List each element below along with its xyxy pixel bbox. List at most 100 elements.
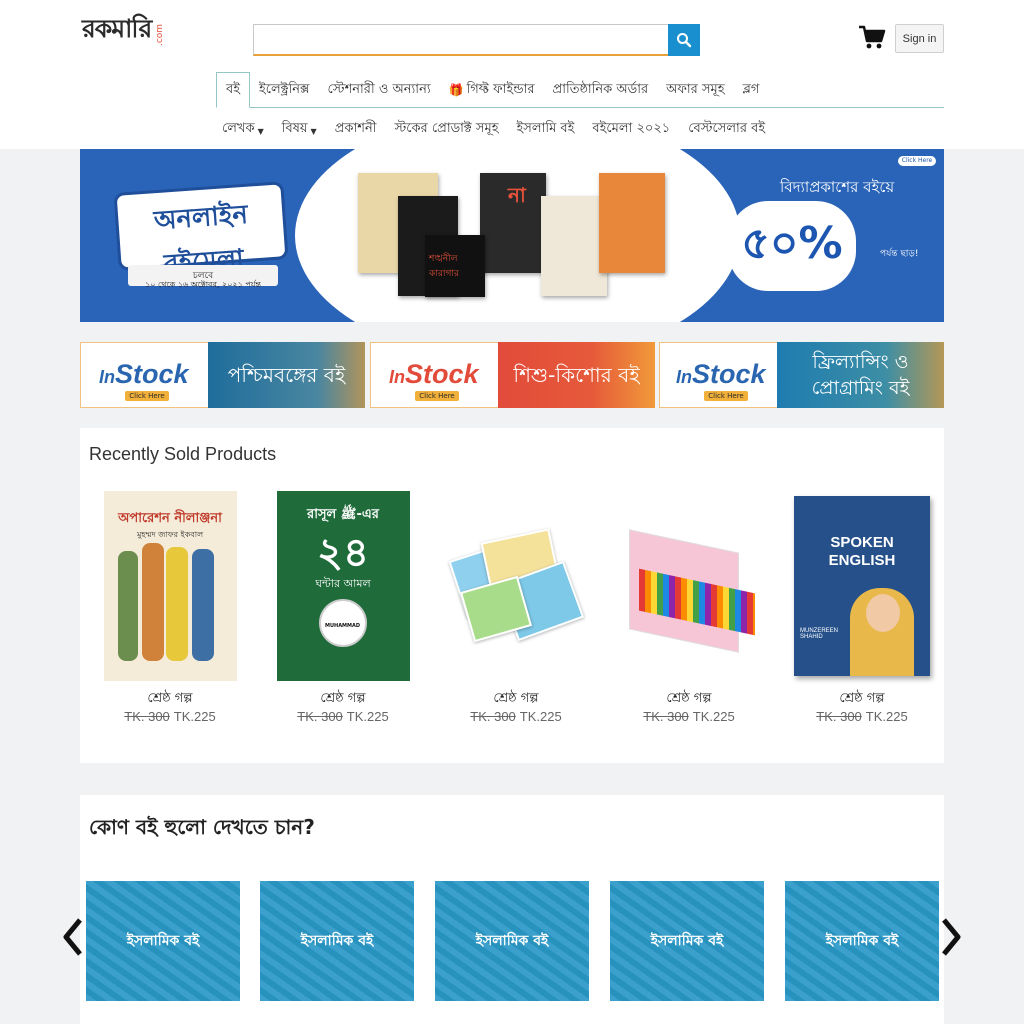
nav-label: বেস্টসেলার বই — [688, 120, 766, 136]
product-name[interactable]: শ্রেষ্ঠ গল্প — [95, 689, 245, 710]
nav-item-subjects[interactable]: বিষয় ▼ — [273, 119, 326, 140]
search-icon — [677, 33, 692, 48]
product-image[interactable] — [614, 491, 764, 681]
product-price: TK. 300 TK.225 — [268, 709, 418, 724]
product-image[interactable]: রাসূল ﷺ-এর ২৪ ঘন্টার আমল MUHAMMAD — [268, 491, 418, 681]
caret-down-icon: ▼ — [257, 127, 264, 136]
product-name[interactable]: শ্রেষ্ঠ গল্প — [787, 689, 937, 710]
product-name[interactable]: শ্রেষ্ঠ গল্প — [268, 689, 418, 710]
instock-badge: InStock Click Here — [659, 342, 777, 408]
primary-nav: বই ইলেক্ট্রনিক্স স্টেশনারী ও অন্যান্য 🎁 গ… — [216, 72, 768, 108]
gift-icon: 🎁 — [448, 83, 464, 97]
product-photo — [446, 521, 586, 651]
cover-badge: MUHAMMAD — [324, 623, 361, 629]
cover-title: SPOKEN ENGLISH — [828, 534, 896, 569]
recent-products-section: Recently Sold Products অপারেশন নীলাঞ্জনা… — [80, 428, 944, 763]
carousel-next-button[interactable] — [936, 912, 966, 962]
hero-book-6: শঙ্খনীল কারাগার — [425, 235, 485, 297]
old-price: TK. 300 — [816, 709, 862, 724]
promo-click-here: Click Here — [704, 391, 748, 401]
search-input[interactable] — [253, 24, 669, 56]
search-button[interactable] — [668, 24, 700, 56]
hero-discount-note: পর্যন্ত ছাড়! — [880, 249, 919, 259]
nav-item-publishers[interactable]: প্রকাশনী — [326, 119, 386, 140]
cart-icon[interactable] — [857, 24, 887, 52]
hero-click-here[interactable]: Click Here — [898, 156, 936, 166]
hero-banner[interactable]: অনলাইন বইমেলা চলবে ১০ থেকে ১৬ অক্টোবর, ২… — [80, 149, 944, 322]
site-header: রকমারি .com Sign in বই ইলেক্ট্রনিক্স স্ট… — [0, 0, 1024, 149]
sale-price: TK.225 — [346, 709, 389, 724]
cover-author: MUNZEREEN SHAHID — [800, 628, 839, 640]
old-price: TK. 300 — [297, 709, 343, 724]
instock-text: InStock — [99, 359, 189, 389]
nav-label: গিফ্ট ফাইন্ডার — [466, 81, 535, 97]
product-image[interactable]: অপারেশন নীলাঞ্জনা মুহম্মদ জাফর ইকবাল — [95, 491, 245, 681]
nav-item-bestseller[interactable]: বেস্টসেলার বই — [679, 119, 774, 140]
promo-title: শিশু-কিশোর বই — [498, 342, 655, 408]
signin-button[interactable]: Sign in — [895, 24, 944, 53]
category-card[interactable]: ইসলামিক বই — [785, 881, 939, 1001]
product-price: TK. 300 TK.225 — [787, 709, 937, 724]
hero-discount: ৫০% — [728, 201, 856, 291]
secondary-nav: লেখক ▼ বিষয় ▼ প্রকাশনী স্টকের প্রোডাক্ট স… — [213, 115, 774, 143]
nav-label: বিষয় — [281, 120, 308, 136]
category-card[interactable]: ইসলামিক বই — [435, 881, 589, 1001]
section-title: Recently Sold Products — [89, 444, 277, 464]
book-cover: SPOKEN ENGLISH MUNZEREEN SHAHID — [794, 496, 930, 676]
carousel-prev-button[interactable] — [58, 912, 88, 962]
nav-item-corporate-order[interactable]: প্রাতিষ্ঠানিক অর্ডার — [544, 72, 658, 108]
site-logo[interactable]: রকমারি .com — [82, 14, 172, 52]
nav-item-blog[interactable]: ব্লগ — [734, 72, 769, 108]
product-photo — [619, 511, 759, 661]
nav-label: স্টকের প্রোডাক্ট সমূহ — [394, 120, 499, 136]
category-label: ইসলামিক বই — [650, 933, 724, 949]
chevron-right-icon — [942, 918, 961, 956]
nav-item-gift-finder[interactable]: 🎁 গিফ্ট ফাইন্ডার — [440, 72, 544, 108]
nav-item-stationery[interactable]: স্টেশনারী ও অন্যান্য — [319, 72, 440, 108]
old-price: TK. 300 — [643, 709, 689, 724]
nav-item-electronics[interactable]: ইলেক্ট্রনিক্স — [250, 72, 319, 108]
category-card[interactable]: ইসলামিক বই — [86, 881, 240, 1001]
product-image[interactable] — [441, 491, 591, 681]
hero-book-title: শঙ্খনীল কারাগার — [429, 254, 459, 279]
nav-item-islamic-books[interactable]: ইসলামি বই — [508, 119, 584, 140]
product-name[interactable]: শ্রেষ্ঠ গল্প — [441, 689, 591, 710]
nav-item-offers[interactable]: অফার সমূহ — [657, 72, 733, 108]
promo-title: ফ্রিল্যান্সিং ও প্রোগ্রামিং বই — [777, 342, 944, 408]
nav-item-in-stock[interactable]: স্টকের প্রোডাক্ট সমূহ — [385, 119, 507, 140]
nav-label: ব্লগ — [742, 81, 760, 97]
promo-kids[interactable]: InStock Click Here শিশু-কিশোর বই — [370, 342, 655, 408]
nav-item-book-fair[interactable]: বইমেলা ২০২১ — [583, 119, 679, 140]
sale-price: TK.225 — [173, 709, 216, 724]
hero-right-title: বিদ্যাপ্রকাশের বইয়ে — [780, 178, 895, 196]
promo-west-bengal[interactable]: InStock Click Here পশ্চিমবঙ্গের বই — [80, 342, 365, 408]
product-name[interactable]: শ্রেষ্ঠ গল্প — [614, 689, 764, 710]
nav-item-authors[interactable]: লেখক ▼ — [213, 119, 273, 140]
book-cover: অপারেশন নীলাঞ্জনা মুহম্মদ জাফর ইকবাল — [103, 491, 237, 681]
nav-label: লেখক — [222, 120, 255, 136]
category-card[interactable]: ইসলামিক বই — [610, 881, 764, 1001]
promo-programming[interactable]: InStock Click Here ফ্রিল্যান্সিং ও প্রোগ… — [659, 342, 944, 408]
nav-label: ইলেক্ট্রনিক্স — [259, 81, 310, 97]
nav-label: স্টেশনারী ও অন্যান্য — [327, 81, 431, 97]
product-price: TK. 300 TK.225 — [95, 709, 245, 724]
nav-label: প্রাতিষ্ঠানিক অর্ডার — [552, 81, 649, 97]
product-image[interactable]: SPOKEN ENGLISH MUNZEREEN SHAHID — [787, 491, 937, 681]
nav-item-books[interactable]: বই — [216, 72, 250, 108]
product-price: TK. 300 TK.225 — [441, 709, 591, 724]
category-section: কোণ বই হুলো দেখতে চান? ইসলামিক বই ইসলামি… — [80, 795, 944, 1024]
nav-label: প্রকাশনী — [334, 120, 377, 136]
category-label: ইসলামিক বই — [825, 933, 899, 949]
sale-price: TK.225 — [692, 709, 735, 724]
instock-badge: InStock Click Here — [370, 342, 498, 408]
promo-title: পশ্চিমবঙ্গের বই — [208, 342, 365, 408]
sale-price: TK.225 — [865, 709, 908, 724]
book-cover: রাসূল ﷺ-এর ২৪ ঘন্টার আমল MUHAMMAD — [276, 491, 410, 681]
promo-click-here: Click Here — [125, 391, 169, 401]
sale-price: TK.225 — [519, 709, 562, 724]
category-label: ইসলামিক বই — [300, 933, 374, 949]
category-label: ইসলামিক বই — [126, 933, 200, 949]
cover-author: মুহম্মদ জাফর ইকবাল — [136, 530, 204, 539]
category-card[interactable]: ইসলামিক বই — [260, 881, 414, 1001]
nav-label: অফার সমূহ — [666, 81, 725, 97]
